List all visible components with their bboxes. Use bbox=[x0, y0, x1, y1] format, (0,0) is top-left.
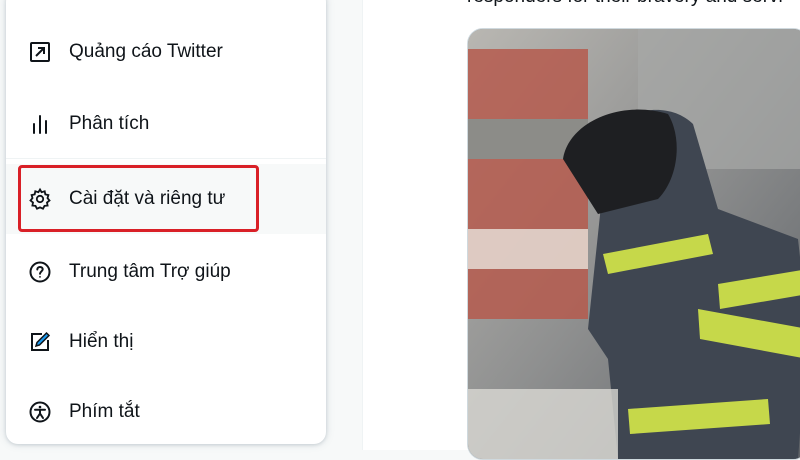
accessibility-icon bbox=[28, 400, 52, 424]
menu-item-label: Phím tắt bbox=[69, 401, 140, 422]
menu-item-label: Trung tâm Trợ giúp bbox=[69, 261, 231, 282]
menu-item-label: Cài đặt và riêng tư bbox=[69, 188, 226, 209]
menu-item-label: Phân tích bbox=[69, 113, 150, 134]
menu-item-label: Quảng cáo Twitter bbox=[69, 41, 223, 62]
menu-item-help-center[interactable]: Trung tâm Trợ giúp bbox=[6, 237, 326, 307]
tweet-text: responders for their bravery and servi bbox=[467, 0, 783, 8]
more-menu: Quảng cáo Twitter Phân tích Cài đặt và r… bbox=[6, 0, 326, 444]
display-edit-icon bbox=[28, 330, 52, 354]
analytics-icon bbox=[28, 112, 52, 136]
menu-item-analytics[interactable]: Phân tích bbox=[6, 89, 326, 159]
menu-item-twitter-ads[interactable]: Quảng cáo Twitter bbox=[6, 17, 326, 87]
gear-icon bbox=[28, 187, 52, 211]
help-icon bbox=[28, 260, 52, 284]
menu-item-label: Hiển thị bbox=[69, 331, 134, 352]
timeline-panel: responders for their bravery and servi bbox=[362, 0, 800, 460]
external-link-icon bbox=[28, 40, 52, 64]
firefighter-photo bbox=[468, 29, 800, 459]
menu-item-display[interactable]: Hiển thị bbox=[6, 307, 326, 377]
menu-divider bbox=[6, 158, 326, 159]
menu-item-keyboard-shortcuts[interactable]: Phím tắt bbox=[6, 377, 326, 447]
menu-item-settings-privacy[interactable]: Cài đặt và riêng tư bbox=[6, 164, 326, 234]
tweet-photo[interactable] bbox=[467, 28, 800, 460]
